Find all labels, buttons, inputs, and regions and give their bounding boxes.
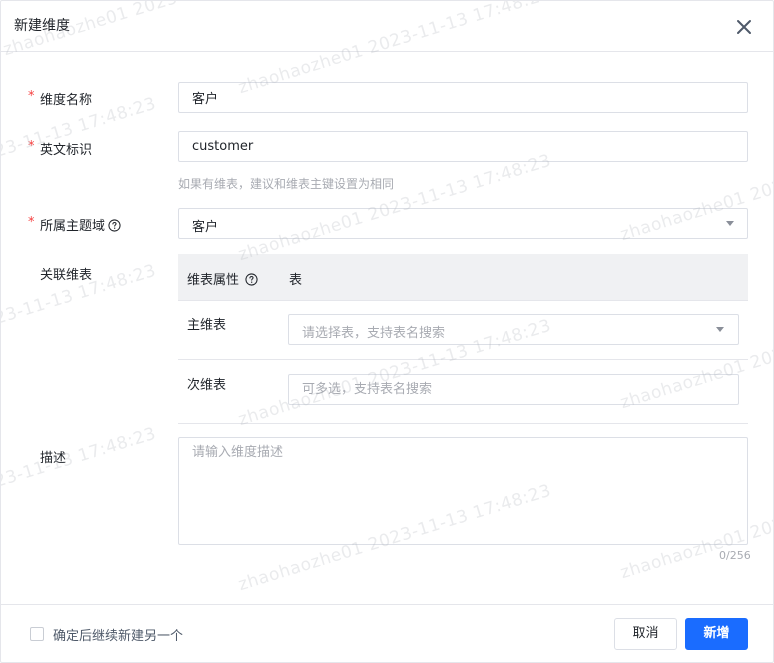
close-icon[interactable] — [732, 15, 756, 39]
dialog-header: 新建维度 — [1, 1, 773, 52]
question-circle-icon[interactable] — [245, 273, 258, 286]
chevron-down-icon — [726, 221, 734, 226]
header-attr-text: 维表属性 — [187, 273, 240, 288]
header-attr: 维表属性 — [187, 269, 258, 288]
divider — [178, 359, 748, 360]
english-id-hint: 如果有维表，建议和维表主键设置为相同 — [178, 177, 395, 191]
question-circle-icon[interactable] — [108, 219, 121, 232]
main-table-select[interactable]: 请选择表，支持表名搜索 — [288, 314, 739, 345]
required-mark: * — [28, 215, 35, 230]
submit-button[interactable]: 新增 — [685, 618, 748, 650]
main-table-label: 主维表 — [187, 318, 227, 333]
divider — [178, 300, 748, 301]
topic-domain-value: 客户 — [192, 220, 219, 235]
linked-tables-header: 维表属性 表 — [178, 254, 748, 300]
cancel-button[interactable]: 取消 — [614, 618, 677, 650]
new-dimension-dialog: 新建维度 * 维度名称 * 英文标识 如果有维表，建议和维表主键设置为相同 * … — [0, 0, 774, 663]
dimension-name-input[interactable] — [178, 82, 748, 113]
secondary-table-input[interactable] — [288, 374, 739, 405]
linked-tables-label: 关联维表 — [40, 268, 93, 283]
secondary-table-label: 次维表 — [187, 378, 227, 393]
continue-checkbox-label[interactable]: 确定后继续新建另一个 — [53, 625, 183, 644]
main-table-placeholder: 请选择表，支持表名搜索 — [302, 326, 446, 341]
continue-checkbox[interactable] — [30, 627, 44, 641]
header-table: 表 — [289, 273, 303, 288]
divider — [178, 423, 748, 424]
dimension-name-label: 维度名称 — [40, 93, 93, 108]
required-mark: * — [28, 89, 35, 104]
required-mark: * — [28, 139, 35, 154]
watermark: zhaohaozhe01 2023-11-13 17:48:23 — [0, 423, 159, 538]
description-counter: 0/256 — [719, 549, 751, 562]
topic-domain-label: 所属主题域 — [40, 215, 121, 234]
description-label: 描述 — [40, 451, 67, 466]
topic-domain-label-text: 所属主题域 — [40, 219, 106, 234]
english-id-label: 英文标识 — [40, 143, 93, 158]
dialog-title: 新建维度 — [14, 18, 70, 34]
english-id-input[interactable] — [178, 131, 748, 162]
description-textarea[interactable] — [178, 437, 748, 545]
topic-domain-select[interactable]: 客户 — [178, 208, 748, 239]
chevron-down-icon — [716, 327, 724, 332]
